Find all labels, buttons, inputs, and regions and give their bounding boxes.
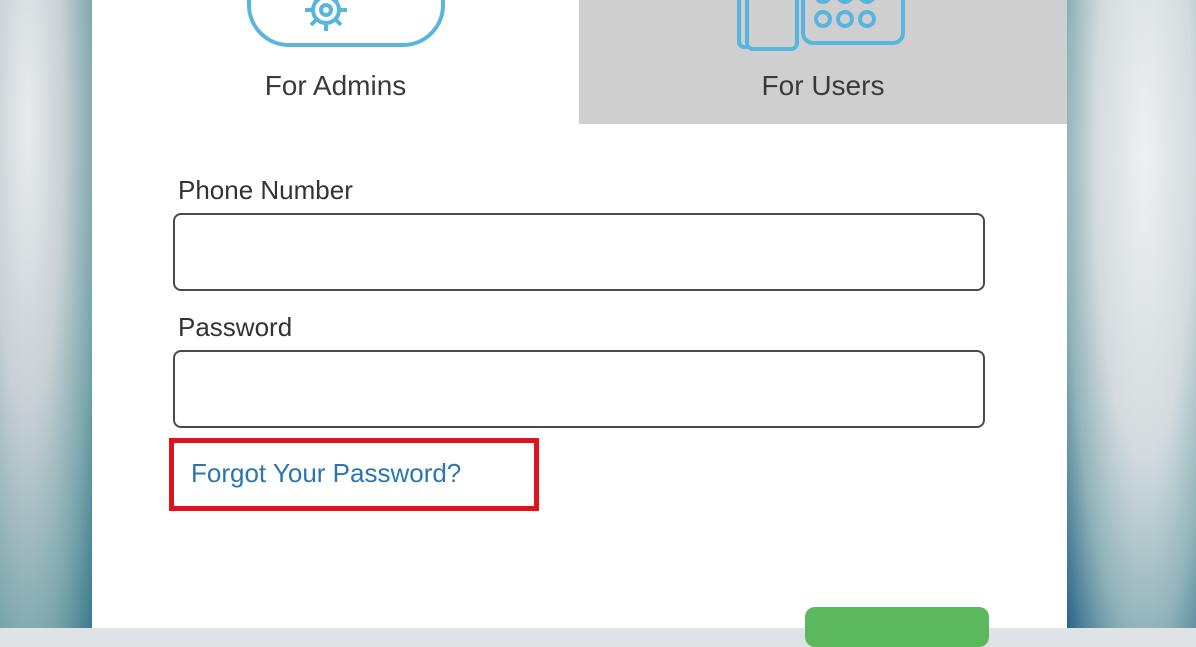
login-panel: For Admins For Users Phone Number Passwo… [92, 0, 1067, 647]
background-right [1067, 0, 1196, 628]
tab-admins-label: For Admins [264, 70, 407, 101]
tab-users-label: For Users [761, 70, 885, 101]
gear-icon [247, 0, 445, 47]
phone-number-field[interactable] [173, 213, 985, 291]
phone-number-label: Phone Number [178, 175, 353, 205]
password-label: Password [178, 312, 293, 342]
tab-admins[interactable]: For Admins [92, 0, 579, 124]
tab-users[interactable]: For Users [579, 0, 1067, 124]
password-field[interactable] [173, 350, 985, 428]
login-button[interactable] [805, 607, 989, 647]
forgot-password-link[interactable]: Forgot Your Password? [191, 458, 461, 489]
desk-phone-icon [737, 0, 905, 51]
background-left [0, 0, 92, 628]
